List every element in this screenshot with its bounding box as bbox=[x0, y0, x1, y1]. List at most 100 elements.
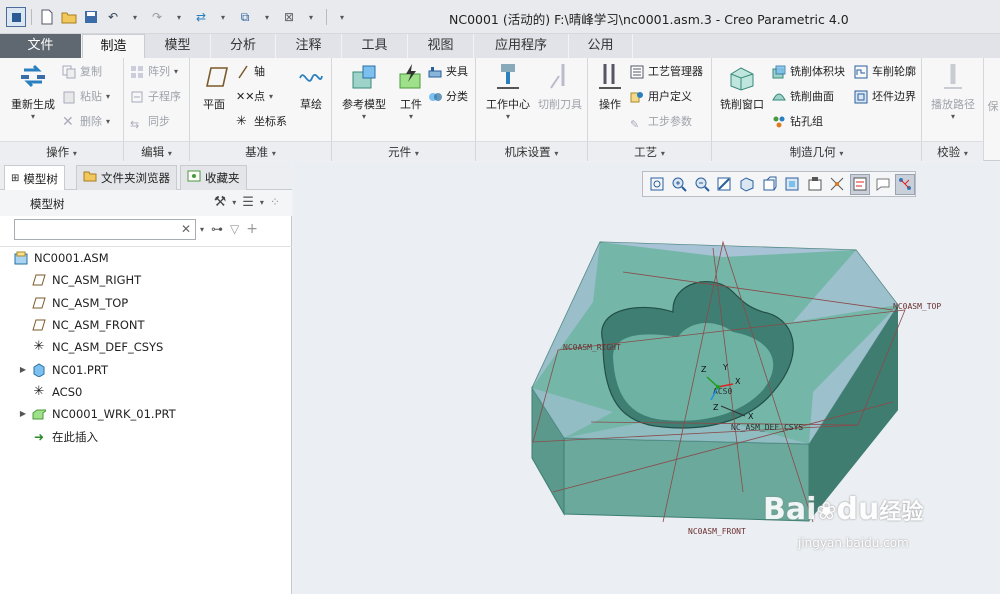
tree-item[interactable]: ✳ NC_ASM_DEF_CSYS bbox=[0, 336, 292, 358]
mill-window-button[interactable]: 铣削窗口 bbox=[716, 62, 768, 112]
array-button[interactable]: 阵列 ▾ bbox=[130, 62, 178, 82]
stock-boundary-button[interactable]: 坯件边界 bbox=[854, 87, 916, 107]
mill-volume-icon bbox=[772, 65, 786, 79]
undo-icon[interactable]: ↶ bbox=[103, 7, 123, 27]
point-icon: ✕✕ bbox=[236, 90, 255, 103]
windows-icon[interactable]: ⧉ bbox=[235, 7, 255, 27]
datum-label-front[interactable]: NC0ASM_FRONT bbox=[688, 527, 746, 536]
sync-button[interactable]: ⇆ 同步 bbox=[130, 112, 170, 132]
app-menu-icon[interactable] bbox=[6, 7, 26, 27]
regenerate-dropdown-icon[interactable]: ▾ bbox=[213, 7, 233, 27]
process-manager-button[interactable]: 工艺管理器 bbox=[630, 62, 703, 82]
graphics-window[interactable]: NC0ASM_TOP NC0ASM_RIGHT NC0ASM_FRONT NC_… bbox=[293, 162, 1000, 594]
fixture-button[interactable]: 夹具 bbox=[428, 62, 468, 82]
delete-button[interactable]: ✕ 删除 ▾ bbox=[62, 112, 110, 132]
tree-item[interactable]: NC_ASM_FRONT bbox=[0, 314, 292, 336]
group-verify: 播放路径 ▾ 校验 ▾ bbox=[922, 58, 984, 161]
sketch-button[interactable]: 草绘 bbox=[294, 62, 328, 112]
tree-header: 模型树 ⚒ ▾ ☰ ▾ ⁘ bbox=[0, 190, 292, 216]
redo-icon[interactable]: ↷ bbox=[147, 7, 167, 27]
clear-search-icon[interactable]: ✕ bbox=[181, 222, 191, 236]
close-window-icon[interactable]: ⊠ bbox=[279, 7, 299, 27]
tab-model[interactable]: 模型 bbox=[145, 34, 211, 58]
tab-model-tree[interactable]: ⊞ 模型树 bbox=[4, 165, 65, 191]
insert-arrow-icon: ➜ bbox=[33, 429, 45, 444]
tab-annotate[interactable]: 注释 bbox=[276, 34, 342, 58]
windows-dropdown-icon[interactable]: ▾ bbox=[257, 7, 277, 27]
step-params-button[interactable]: ✎ 工步参数 bbox=[630, 112, 692, 132]
search-dropdown-icon[interactable]: ▾ bbox=[200, 225, 204, 234]
tab-file[interactable]: 文件 bbox=[0, 34, 82, 58]
tab-analysis[interactable]: 分析 bbox=[211, 34, 276, 58]
expand-arrow-icon[interactable]: ▶ bbox=[18, 359, 28, 381]
axis-button[interactable]: 轴 bbox=[236, 62, 265, 82]
cutting-tool-button[interactable]: 切削刀具 bbox=[534, 62, 586, 112]
new-file-icon[interactable] bbox=[37, 7, 57, 27]
group-label-process[interactable]: 工艺 ▾ bbox=[588, 141, 711, 161]
tree-item-root[interactable]: NC0001.ASM bbox=[0, 247, 292, 269]
turn-profile-button[interactable]: 车削轮廓 bbox=[854, 62, 916, 82]
find-binoculars-icon[interactable]: ⊶ bbox=[211, 222, 223, 236]
assembly-icon bbox=[14, 251, 28, 265]
workpiece-button[interactable]: 工件 ▾ bbox=[392, 62, 430, 121]
tree-item-insert-here[interactable]: ➜ 在此插入 bbox=[0, 425, 292, 447]
subprogram-button[interactable]: 子程序 bbox=[130, 87, 181, 107]
group-label-component[interactable]: 元件 ▾ bbox=[332, 141, 475, 161]
tree-settings-dropdown-icon[interactable]: ▾ bbox=[232, 198, 236, 207]
expand-arrow-icon[interactable]: ▶ bbox=[18, 403, 28, 425]
add-icon[interactable]: + bbox=[246, 221, 258, 237]
regenerate-button[interactable]: 重新生成 ▾ bbox=[6, 62, 60, 121]
workcenter-button[interactable]: 工作中心 ▾ bbox=[480, 62, 536, 121]
cut-off-button[interactable]: 保 bbox=[986, 98, 1000, 114]
datum-label-right[interactable]: NC0ASM_RIGHT bbox=[563, 343, 621, 352]
classify-button[interactable]: 分类 bbox=[428, 87, 468, 107]
group-label-edit[interactable]: 编辑 ▾ bbox=[124, 141, 189, 161]
tab-tools[interactable]: 工具 bbox=[342, 34, 408, 58]
tree-item[interactable]: NC_ASM_TOP bbox=[0, 292, 292, 314]
operation-button[interactable]: 操作 bbox=[592, 62, 628, 112]
group-label-mfg-geometry[interactable]: 制造几何 ▾ bbox=[712, 141, 921, 161]
point-button[interactable]: ✕✕ 点 ▾ bbox=[236, 87, 273, 107]
tree-item[interactable]: ▶ NC0001_WRK_01.PRT bbox=[0, 403, 292, 425]
group-label-machine-setup[interactable]: 机床设置 ▾ bbox=[476, 141, 587, 161]
filter-funnel-icon[interactable]: ▽ bbox=[230, 222, 239, 236]
user-defined-button[interactable]: 用户定义 bbox=[630, 87, 692, 107]
tab-folder-browser[interactable]: 文件夹浏览器 bbox=[76, 165, 177, 190]
plane-button[interactable]: 平面 bbox=[196, 62, 232, 112]
play-path-button[interactable]: 播放路径 ▾ bbox=[926, 62, 980, 121]
regenerate-small-icon[interactable]: ⇄ bbox=[191, 7, 211, 27]
cad-model-viewport[interactable]: NC0ASM_TOP NC0ASM_RIGHT NC0ASM_FRONT NC_… bbox=[293, 162, 1000, 594]
tab-manufacturing[interactable]: 制造 bbox=[82, 34, 145, 58]
csys-button[interactable]: ✳ 坐标系 bbox=[236, 112, 287, 132]
copy-button[interactable]: 复制 bbox=[62, 62, 102, 82]
tree-item[interactable]: ▶ NC01.PRT bbox=[0, 358, 292, 380]
copy-icon bbox=[62, 65, 76, 79]
csys-label[interactable]: NC_ASM_DEF_CSYS bbox=[731, 423, 803, 432]
drill-group-button[interactable]: 钻孔组 bbox=[772, 112, 823, 132]
tree-search-input[interactable]: ✕ bbox=[14, 219, 196, 240]
tree-item[interactable]: NC_ASM_RIGHT bbox=[0, 269, 292, 291]
tab-favorites[interactable]: 收藏夹 bbox=[180, 165, 247, 190]
mill-surface-button[interactable]: 铣削曲面 bbox=[772, 87, 834, 107]
save-icon[interactable] bbox=[81, 7, 101, 27]
tree-settings-icon[interactable]: ⚒ bbox=[214, 194, 227, 210]
tree-item[interactable]: ✳ ACS0 bbox=[0, 381, 292, 403]
reference-model-button[interactable]: 参考模型 ▾ bbox=[338, 62, 390, 121]
mill-volume-button[interactable]: 铣削体积块 bbox=[772, 62, 845, 82]
group-label-operations[interactable]: 操作 ▾ bbox=[0, 141, 123, 161]
datum-label-top[interactable]: NC0ASM_TOP bbox=[893, 302, 941, 311]
tree-show-icon[interactable]: ☰ bbox=[242, 195, 254, 210]
tab-view[interactable]: 视图 bbox=[408, 34, 474, 58]
paste-button[interactable]: 粘贴 ▾ bbox=[62, 87, 110, 107]
open-folder-icon[interactable] bbox=[59, 7, 79, 27]
group-label-verify[interactable]: 校验 ▾ bbox=[922, 141, 983, 161]
tree-show-dropdown-icon[interactable]: ▾ bbox=[260, 198, 264, 207]
undo-dropdown-icon[interactable]: ▾ bbox=[125, 7, 145, 27]
paw-logo-icon: ❀ bbox=[816, 497, 837, 525]
model-tree-icon: ⊞ bbox=[11, 172, 20, 184]
tab-common[interactable]: 公用 bbox=[569, 34, 633, 58]
tab-applications[interactable]: 应用程序 bbox=[474, 34, 569, 58]
group-label-datum[interactable]: 基准 ▾ bbox=[190, 141, 331, 161]
redo-dropdown-icon[interactable]: ▾ bbox=[169, 7, 189, 27]
tree-filter-icon[interactable]: ⁘ bbox=[270, 195, 280, 209]
